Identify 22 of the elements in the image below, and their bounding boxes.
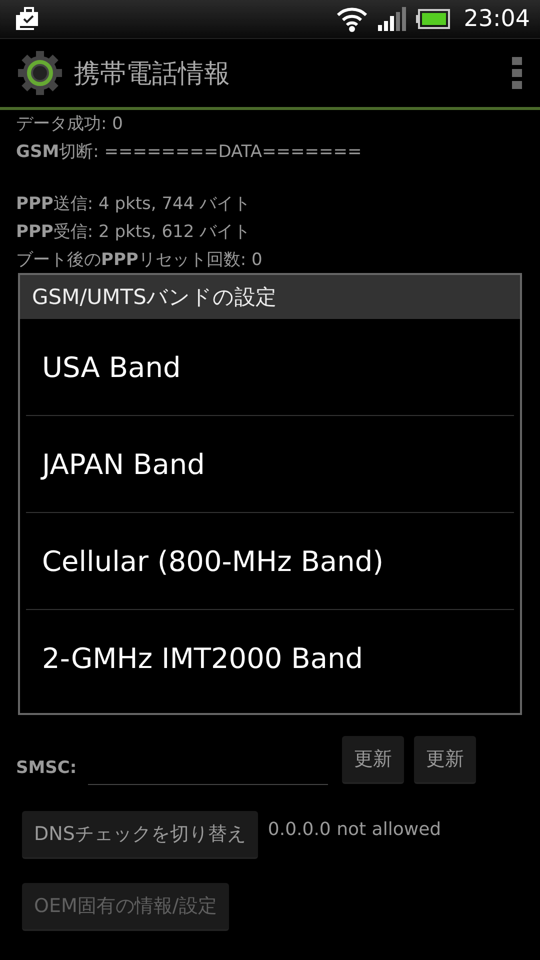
update-button[interactable]: 更新 xyxy=(414,736,476,784)
signal-icon xyxy=(378,7,406,31)
overflow-menu-icon[interactable] xyxy=(512,57,522,89)
info-line: PPP受信: 2 pkts, 612 バイト xyxy=(16,221,252,244)
info-line: GSM切断: ========DATA======= xyxy=(16,141,363,164)
wifi-icon xyxy=(336,6,368,32)
band-option[interactable]: USA Band xyxy=(26,319,514,416)
dns-status: 0.0.0.0 not allowed xyxy=(268,818,442,840)
band-option[interactable]: Cellular (800-MHz Band) xyxy=(26,513,514,610)
band-option[interactable]: JAPAN Band xyxy=(26,416,514,513)
task-bag-icon xyxy=(14,7,40,31)
info-line: PPP送信: 4 pkts, 744 バイト xyxy=(16,193,252,216)
clock-time: 23:04 xyxy=(464,6,530,32)
update-button[interactable]: 更新 xyxy=(342,736,404,784)
info-line: データ成功: 0 xyxy=(16,113,124,136)
battery-icon xyxy=(416,9,450,29)
app-title: 携帯電話情報 xyxy=(74,58,231,90)
smsc-label: SMSC: xyxy=(16,757,78,778)
gear-icon xyxy=(18,51,62,95)
dns-check-button[interactable]: DNSチェックを切り替え xyxy=(22,811,258,859)
band-option[interactable]: 2-GMHz IMT2000 Band xyxy=(26,610,514,706)
dialog-title: GSM/UMTSバンドの設定 xyxy=(20,275,520,319)
